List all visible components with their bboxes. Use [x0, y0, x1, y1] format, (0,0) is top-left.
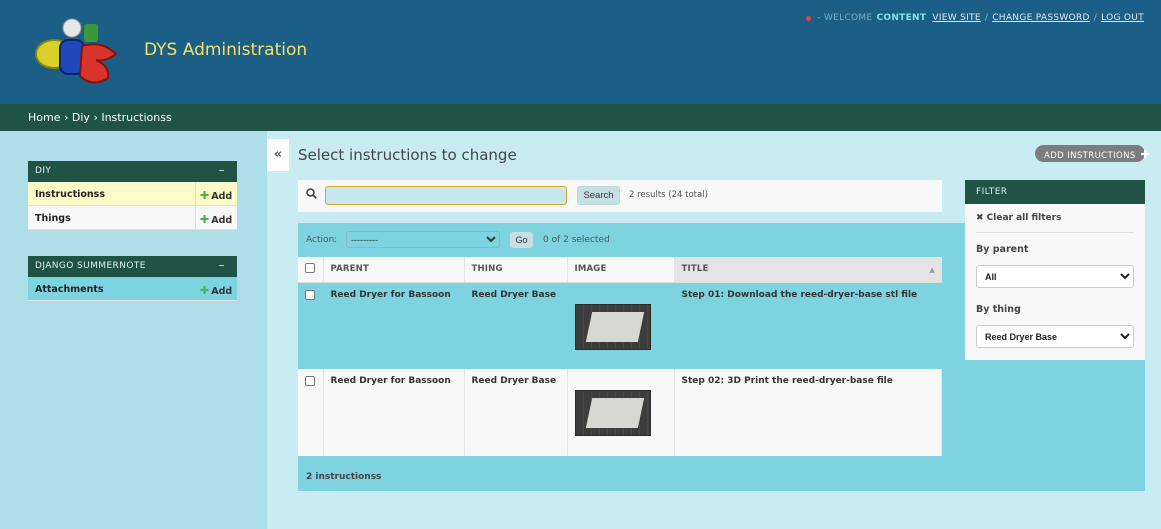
search-bar: Search 2 results (24 total): [298, 180, 942, 212]
plus-icon: ✚: [200, 284, 210, 297]
add-button-label: ADD INSTRUCTIONS: [1044, 151, 1136, 161]
parent-cell[interactable]: Reed Dryer for Bassoon: [323, 369, 465, 456]
select-all-checkbox[interactable]: [305, 262, 315, 273]
collapse-icon[interactable]: –: [219, 258, 225, 272]
filter-select-thing[interactable]: Reed Dryer Base: [976, 325, 1134, 348]
add-instructions-button[interactable]: ADD INSTRUCTIONS ✚: [1035, 145, 1150, 162]
breadcrumb-separator: ›: [63, 111, 69, 124]
add-label: Add: [211, 191, 233, 202]
row-checkbox[interactable]: [305, 289, 315, 300]
filter-select-parent[interactable]: All: [976, 265, 1134, 288]
separator: /: [1093, 13, 1098, 23]
image-cell: [567, 369, 675, 456]
add-label: Add: [211, 286, 233, 297]
title-cell: Step 01: Download the reed-dryer-base st…: [674, 282, 942, 369]
change-password-link[interactable]: CHANGE PASSWORD: [992, 13, 1090, 23]
user-tools: - WELCOME CONTENT VIEW SITE / CHANGE PAS…: [806, 13, 1144, 23]
row-checkbox[interactable]: [305, 376, 315, 386]
table-header-row: PARENT THING IMAGE TITLE ▲: [298, 257, 942, 283]
table-row: Reed Dryer for Bassoon Reed Dryer Base S…: [298, 282, 942, 369]
status-dot-icon: [806, 15, 812, 21]
select-all-header: [298, 257, 324, 283]
site-title[interactable]: DYS Administration: [144, 40, 307, 60]
add-link[interactable]: ✚ Add: [195, 182, 237, 205]
page-title: Select instructions to change: [298, 146, 517, 164]
sidebar-item-attachments: Attachments ✚ Add: [28, 277, 237, 301]
header: DYS Administration - WELCOME CONTENT VIE…: [0, 0, 1161, 104]
username: CONTENT: [876, 13, 927, 23]
module-django-summernote: DJANGO SUMMERNOTE – Attachments ✚ Add: [28, 256, 237, 301]
module-title[interactable]: DIY: [35, 166, 51, 176]
search-icon: [306, 188, 317, 202]
plus-icon: ✚: [200, 213, 210, 226]
paginator-filler: [942, 461, 1145, 491]
separator: /: [984, 13, 989, 23]
module-caption[interactable]: DIY –: [28, 161, 237, 182]
table-row: Reed Dryer for Bassoon Reed Dryer Base S…: [298, 369, 942, 456]
row-select-cell: [298, 369, 324, 456]
collapse-icon[interactable]: –: [219, 163, 225, 177]
action-select[interactable]: ---------: [346, 231, 500, 248]
filter-caption: FILTER: [965, 180, 1145, 204]
filter-label-parent: By parent: [976, 244, 1029, 255]
breadcrumb-home[interactable]: Home: [28, 111, 60, 124]
add-label: Add: [211, 215, 233, 226]
breadcrumb-app[interactable]: Diy: [72, 111, 90, 124]
column-header-title[interactable]: TITLE ▲: [674, 257, 942, 283]
dys-logo[interactable]: [34, 16, 122, 88]
search-input[interactable]: [325, 186, 567, 205]
module-caption[interactable]: DJANGO SUMMERNOTE –: [28, 256, 237, 277]
sidebar-item-label[interactable]: Instructionss: [28, 182, 195, 205]
title-cell: Step 02: 3D Print the reed-dryer-base fi…: [674, 369, 942, 456]
column-title-label: TITLE: [681, 264, 709, 275]
toggle-sidebar-button[interactable]: «: [267, 139, 289, 171]
result-list-table: PARENT THING IMAGE TITLE ▲ Reed Dryer for…: [298, 257, 942, 456]
log-out-link[interactable]: LOG OUT: [1101, 13, 1144, 23]
sidebar-item-label[interactable]: Attachments: [28, 277, 195, 300]
filter-label-thing: By thing: [976, 304, 1021, 315]
search-button[interactable]: Search: [577, 186, 620, 205]
image-cell: [567, 282, 675, 369]
thumbnail-image[interactable]: [574, 390, 651, 436]
results-end: ): [704, 190, 708, 200]
breadcrumb-current: Instructionss: [101, 111, 172, 124]
breadcrumb: Home › Diy › Instructionss: [0, 104, 1161, 131]
paginator: 2 instructionss: [306, 472, 382, 482]
thing-cell: Reed Dryer Base: [464, 369, 568, 456]
breadcrumb-separator: ›: [93, 111, 98, 124]
add-link[interactable]: ✚ Add: [195, 206, 237, 229]
actions-bar: Action: --------- Go 0 of 2 selected: [298, 223, 957, 257]
search-results: 2 results (24 total): [629, 190, 708, 200]
total-link[interactable]: 24 total: [672, 190, 705, 200]
plus-icon: ✚: [200, 189, 210, 202]
sidebar: DIY – Instructionss ✚ Add Things ✚ Add DJA…: [0, 131, 267, 529]
divider: [976, 232, 1134, 233]
module-title[interactable]: DJANGO SUMMERNOTE: [35, 261, 146, 271]
sort-ascending-icon[interactable]: ▲: [929, 266, 935, 274]
add-link[interactable]: ✚ Add: [195, 277, 237, 300]
sidebar-item-things: Things ✚ Add: [28, 206, 237, 230]
row-select-cell: [298, 282, 324, 369]
plus-icon: ✚: [1140, 148, 1151, 161]
filter-panel: FILTER ✖ Clear all filters By parent All…: [965, 180, 1145, 360]
column-header-thing[interactable]: THING: [464, 257, 568, 283]
results-count: 2 results (: [629, 190, 672, 200]
view-site-link[interactable]: VIEW SITE: [932, 13, 981, 23]
thing-cell: Reed Dryer Base: [464, 282, 568, 369]
sidebar-item-label[interactable]: Things: [28, 206, 195, 229]
column-header-parent[interactable]: PARENT: [323, 257, 465, 283]
sidebar-item-instructionss: Instructionss ✚ Add: [28, 182, 237, 206]
thumbnail-image[interactable]: [574, 303, 651, 350]
action-label: Action:: [306, 235, 338, 245]
clear-filters-link[interactable]: ✖ Clear all filters: [976, 213, 1061, 223]
go-button[interactable]: Go: [510, 232, 533, 248]
selected-count: 0 of 2 selected: [543, 235, 610, 245]
column-header-image[interactable]: IMAGE: [567, 257, 675, 283]
module-diy: DIY – Instructionss ✚ Add Things ✚ Add: [28, 161, 237, 230]
parent-cell[interactable]: Reed Dryer for Bassoon: [323, 282, 465, 369]
welcome-text: - WELCOME: [817, 13, 873, 23]
